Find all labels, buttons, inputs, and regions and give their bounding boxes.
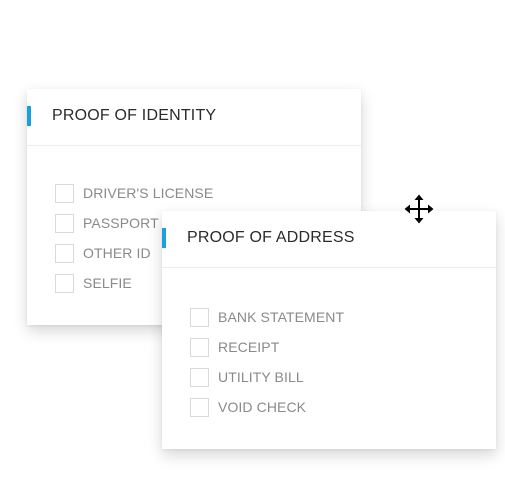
checkbox[interactable] (190, 397, 209, 417)
checkbox[interactable] (55, 183, 74, 203)
option-label: VOID CHECK (218, 398, 307, 415)
checkbox[interactable] (55, 273, 74, 293)
accent-bar (162, 228, 166, 248)
option-label: UTILITY BILL (218, 368, 304, 385)
checkbox[interactable] (55, 213, 74, 233)
option-drivers-license[interactable]: DRIVER'S LICENSE (55, 178, 213, 208)
option-void-check[interactable]: VOID CHECK (190, 392, 344, 422)
option-label: RECEIPT (218, 338, 280, 355)
checkbox[interactable] (190, 307, 209, 327)
proof-of-address-card[interactable]: PROOF OF ADDRESS BANK STATEMENT RECEIPT … (162, 211, 496, 449)
move-cursor-icon (402, 192, 436, 226)
option-label: OTHER ID (83, 244, 151, 261)
checkbox[interactable] (190, 367, 209, 387)
option-utility-bill[interactable]: UTILITY BILL (190, 362, 344, 392)
option-receipt[interactable]: RECEIPT (190, 332, 344, 362)
accent-bar (27, 106, 31, 126)
option-label: DRIVER'S LICENSE (83, 184, 214, 201)
option-bank-statement[interactable]: BANK STATEMENT (190, 302, 344, 332)
option-label: PASSPORT (83, 214, 159, 231)
card-title: PROOF OF ADDRESS (187, 229, 355, 246)
option-label: BANK STATEMENT (218, 308, 345, 325)
document-options: BANK STATEMENT RECEIPT UTILITY BILL VOID… (190, 302, 344, 422)
checkbox[interactable] (55, 243, 74, 263)
option-label: SELFIE (83, 274, 132, 291)
card-title: PROOF OF IDENTITY (52, 107, 217, 124)
canvas: PROOF OF IDENTITY DRIVER'S LICENSE PASSP… (0, 0, 505, 485)
card-header: PROOF OF ADDRESS (162, 211, 496, 268)
card-header: PROOF OF IDENTITY (27, 89, 361, 146)
checkbox[interactable] (190, 337, 209, 357)
